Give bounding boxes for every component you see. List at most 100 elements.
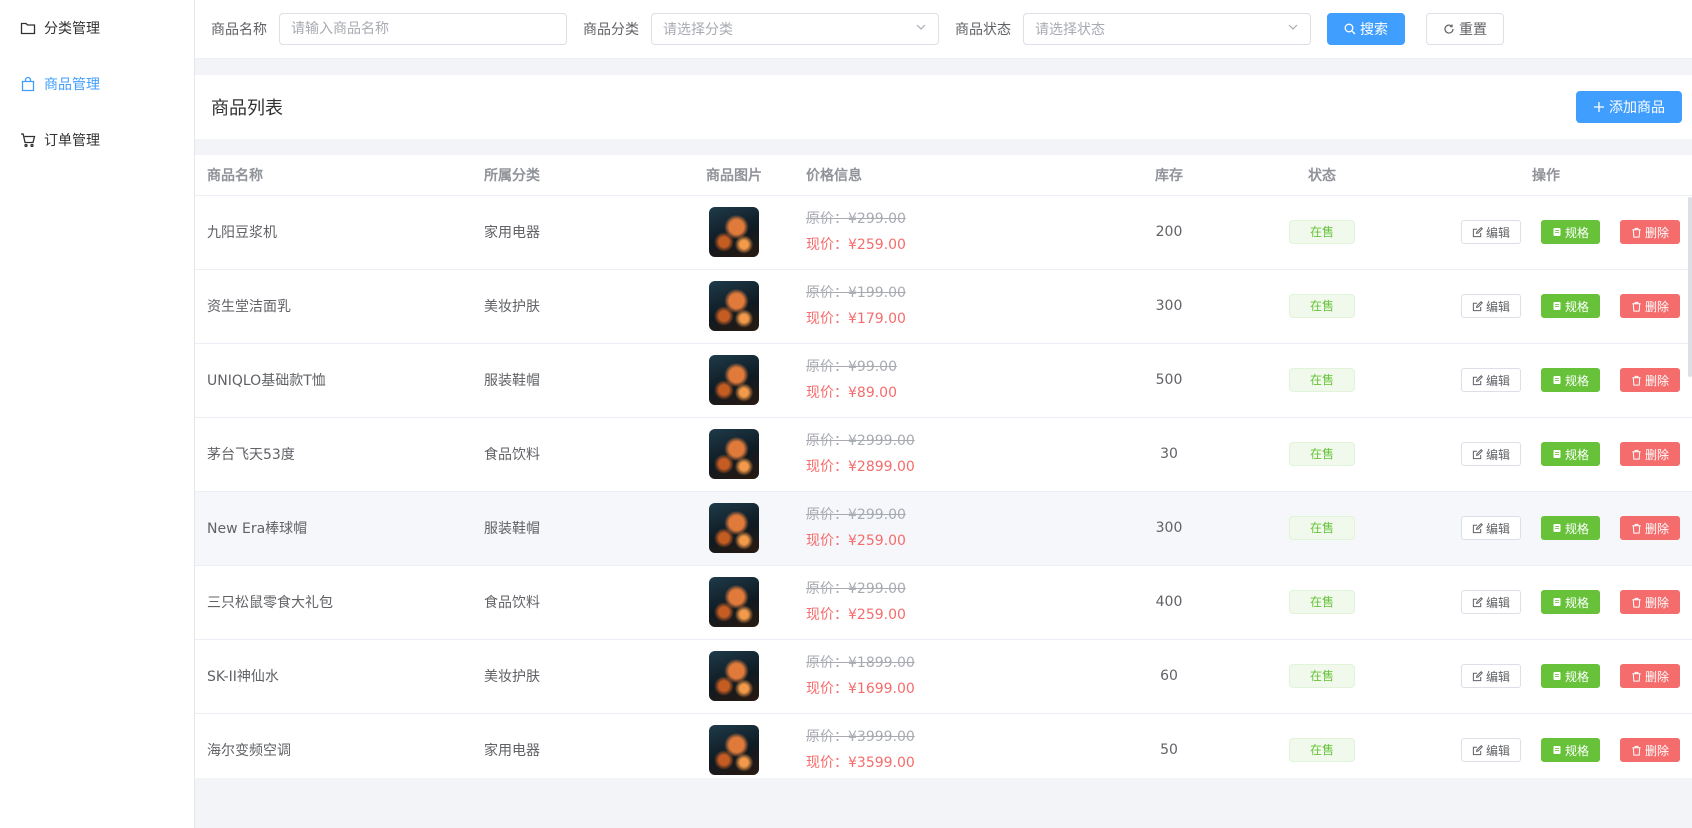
edit-button[interactable]: 编辑 bbox=[1460, 738, 1521, 762]
delete-button-label: 删除 bbox=[1644, 373, 1669, 388]
product-image bbox=[709, 281, 759, 331]
spec-button[interactable]: 规格 bbox=[1540, 516, 1600, 540]
product-name-label: 商品名称 bbox=[211, 22, 267, 38]
product-name-input[interactable] bbox=[279, 13, 567, 45]
status-badge: 在售 bbox=[1288, 220, 1355, 244]
current-price: 现价：¥259.00 bbox=[806, 237, 906, 253]
spec-button[interactable]: 规格 bbox=[1540, 294, 1600, 318]
edit-button[interactable]: 编辑 bbox=[1460, 590, 1521, 614]
delete-button[interactable]: 删除 bbox=[1619, 294, 1680, 318]
edit-icon bbox=[1472, 374, 1483, 385]
original-price: 原价：¥1899.00 bbox=[806, 655, 915, 671]
trash-icon bbox=[1632, 597, 1641, 608]
spec-button[interactable]: 规格 bbox=[1540, 664, 1600, 688]
product-name: 九阳豆浆机 bbox=[195, 195, 472, 270]
category-select[interactable]: 请选择分类 bbox=[651, 13, 939, 45]
original-price: 原价：¥99.00 bbox=[806, 359, 897, 375]
product-stock: 50 bbox=[1094, 713, 1244, 778]
table-row: 三只松鼠零食大礼包 食品饮料 原价：¥299.00 现价：¥259.00 400… bbox=[195, 565, 1692, 640]
table-row: New Era棒球帽 服装鞋帽 原价：¥299.00 现价：¥259.00 30… bbox=[195, 491, 1692, 566]
sidebar-item-label: 分类管理 bbox=[44, 21, 100, 37]
edit-button[interactable]: 编辑 bbox=[1460, 516, 1521, 540]
reset-button[interactable]: 重置 bbox=[1426, 13, 1504, 45]
category-label: 商品分类 bbox=[583, 22, 639, 38]
current-price: 现价：¥179.00 bbox=[806, 311, 906, 327]
edit-button[interactable]: 编辑 bbox=[1460, 294, 1521, 318]
sidebar: 分类管理 商品管理 订单管理 bbox=[0, 0, 195, 828]
trash-icon bbox=[1632, 227, 1641, 238]
search-button[interactable]: 搜索 bbox=[1327, 13, 1405, 45]
spec-button[interactable]: 规格 bbox=[1540, 220, 1600, 244]
delete-button[interactable]: 删除 bbox=[1619, 368, 1680, 392]
product-image bbox=[709, 355, 759, 405]
table-row: 九阳豆浆机 家用电器 原价：¥299.00 现价：¥259.00 200 在售 … bbox=[195, 195, 1692, 270]
status-select[interactable]: 请选择状态 bbox=[1023, 13, 1311, 45]
delete-button[interactable]: 删除 bbox=[1619, 590, 1680, 614]
product-image bbox=[709, 577, 759, 627]
edit-icon bbox=[1472, 226, 1483, 237]
sidebar-item-products[interactable]: 商品管理 bbox=[0, 56, 194, 112]
column-header: 操作 bbox=[1400, 155, 1692, 196]
current-price: 现价：¥259.00 bbox=[806, 607, 906, 623]
product-category: 服装鞋帽 bbox=[472, 343, 674, 418]
spec-button-label: 规格 bbox=[1564, 225, 1589, 240]
product-stock: 30 bbox=[1094, 417, 1244, 492]
scrollbar[interactable] bbox=[1688, 197, 1692, 377]
edit-icon bbox=[1472, 522, 1483, 533]
status-label: 商品状态 bbox=[955, 22, 1011, 38]
edit-button[interactable]: 编辑 bbox=[1460, 220, 1521, 244]
sidebar-item-orders[interactable]: 订单管理 bbox=[0, 112, 194, 168]
delete-button[interactable]: 删除 bbox=[1619, 516, 1680, 540]
table-header-row: 商品名称 所属分类 商品图片 价格信息 库存 状态 操作 bbox=[195, 155, 1692, 196]
spec-button[interactable]: 规格 bbox=[1540, 368, 1600, 392]
add-product-button[interactable]: 添加商品 bbox=[1576, 91, 1682, 123]
product-stock: 300 bbox=[1094, 491, 1244, 566]
reset-button-label: 重置 bbox=[1459, 22, 1487, 38]
spec-button-label: 规格 bbox=[1564, 595, 1589, 610]
delete-button-label: 删除 bbox=[1644, 595, 1669, 610]
document-icon bbox=[1553, 228, 1561, 236]
edit-button-label: 编辑 bbox=[1485, 373, 1510, 388]
edit-icon bbox=[1472, 448, 1483, 459]
status-badge: 在售 bbox=[1288, 442, 1355, 466]
column-header: 所属分类 bbox=[472, 155, 674, 196]
delete-button[interactable]: 删除 bbox=[1619, 664, 1680, 688]
original-price: 原价：¥3999.00 bbox=[806, 729, 915, 745]
table-row: UNIQLO基础款T恤 服装鞋帽 原价：¥99.00 现价：¥89.00 500… bbox=[195, 343, 1692, 418]
delete-button[interactable]: 删除 bbox=[1619, 220, 1680, 244]
product-image bbox=[709, 503, 759, 553]
current-price: 现价：¥1699.00 bbox=[806, 681, 915, 697]
delete-button[interactable]: 删除 bbox=[1619, 738, 1680, 762]
delete-button[interactable]: 删除 bbox=[1619, 442, 1680, 466]
document-icon bbox=[1553, 302, 1561, 310]
document-icon bbox=[1553, 672, 1561, 680]
spec-button-label: 规格 bbox=[1564, 743, 1589, 758]
edit-button[interactable]: 编辑 bbox=[1460, 442, 1521, 466]
original-price: 原价：¥299.00 bbox=[806, 507, 906, 523]
column-header: 库存 bbox=[1094, 155, 1244, 196]
product-stock: 200 bbox=[1094, 195, 1244, 270]
product-stock: 500 bbox=[1094, 343, 1244, 418]
spec-button-label: 规格 bbox=[1564, 447, 1589, 462]
search-icon bbox=[1344, 23, 1356, 35]
edit-button[interactable]: 编辑 bbox=[1460, 664, 1521, 688]
edit-button-label: 编辑 bbox=[1485, 521, 1510, 536]
product-category: 美妆护肤 bbox=[472, 639, 674, 714]
delete-button-label: 删除 bbox=[1644, 299, 1669, 314]
current-price: 现价：¥89.00 bbox=[806, 385, 897, 401]
delete-button-label: 删除 bbox=[1644, 521, 1669, 536]
original-price: 原价：¥299.00 bbox=[806, 581, 906, 597]
edit-button[interactable]: 编辑 bbox=[1460, 368, 1521, 392]
product-image bbox=[709, 429, 759, 479]
product-name: 三只松鼠零食大礼包 bbox=[195, 565, 472, 640]
search-button-label: 搜索 bbox=[1360, 22, 1388, 38]
status-badge: 在售 bbox=[1288, 294, 1355, 318]
current-price: 现价：¥3599.00 bbox=[806, 755, 915, 771]
product-name: 资生堂洁面乳 bbox=[195, 269, 472, 344]
sidebar-item-category[interactable]: 分类管理 bbox=[0, 0, 194, 56]
spec-button[interactable]: 规格 bbox=[1540, 590, 1600, 614]
spec-button[interactable]: 规格 bbox=[1540, 442, 1600, 466]
spec-button[interactable]: 规格 bbox=[1540, 738, 1600, 762]
document-icon bbox=[1553, 524, 1561, 532]
category-select-placeholder: 请选择分类 bbox=[663, 22, 733, 38]
